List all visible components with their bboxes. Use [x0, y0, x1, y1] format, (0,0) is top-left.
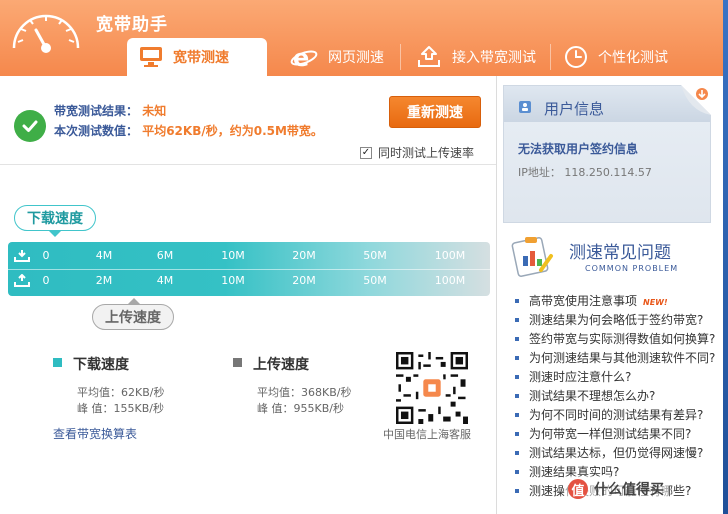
success-check-icon: [14, 110, 46, 142]
tab-webpage-speed[interactable]: e 网页测速: [278, 38, 396, 76]
info-sidebar: 用户信息 无法获取用户签约信息 IP地址： 118.250.114.57 测速常…: [497, 76, 723, 514]
upload-average: 平均值：368KB/秒: [257, 386, 352, 399]
download-average: 平均值：62KB/秒: [77, 386, 165, 399]
faq-link[interactable]: 为何测速结果与其他测速软件不同?: [511, 349, 721, 368]
speed-test-panel: 带宽测试结果： 未知 本次测试数值： 平均62KB/秒，约为0.5M带宽。 重新…: [0, 76, 496, 514]
scale-tick: 10M: [221, 274, 245, 287]
upload-speed-bubble: 上传速度: [92, 304, 174, 330]
tab-label: 宽带测速: [173, 50, 229, 66]
qr-caption: 中国电信上海客服: [383, 428, 471, 441]
upload-test-label: 同时测试上传速率: [378, 146, 475, 160]
upload-icon: [14, 274, 30, 287]
tab-label: 网页测速: [328, 50, 384, 66]
tab-label: 个性化测试: [598, 50, 668, 66]
watermark-text: 什么值得买: [594, 482, 664, 498]
monitor-icon: [140, 47, 162, 67]
speed-scale-bar: 0 4M 6M 10M 20M 50M 100M 0 2M 4M 10M 20M…: [8, 242, 490, 296]
scale-tick: 4M: [95, 249, 113, 262]
faq-subtitle: COMMON PROBLEM: [585, 264, 679, 273]
faq-link[interactable]: 测速结果为何会略低于签约带宽?: [511, 311, 721, 330]
user-info-icon: [519, 101, 531, 113]
watermark-logo-icon: 值: [568, 479, 588, 499]
scale-tick: 100M: [434, 249, 466, 262]
clock-icon: [565, 46, 587, 68]
download-icon: [14, 250, 30, 262]
download-legend-swatch: [53, 358, 62, 367]
download-scale-row: 0 4M 6M 10M 20M 50M 100M: [8, 245, 490, 269]
scale-tick: 50M: [363, 249, 387, 262]
browser-e-icon: e: [290, 44, 318, 70]
measured-value: 平均62KB/秒，约为0.5M带宽。: [142, 124, 323, 138]
clipboard-chart-icon: [511, 237, 553, 277]
result-line-2: 本次测试数值： 平均62KB/秒，约为0.5M带宽。: [54, 122, 323, 139]
upload-peak: 峰 值：955KB/秒: [257, 402, 344, 415]
faq-link[interactable]: 测试结果达标，但仍觉得网速慢?: [511, 444, 721, 463]
faq-link[interactable]: 测速时应注意什么?: [511, 368, 721, 387]
user-info-header: [504, 86, 710, 122]
upload-test-option[interactable]: ✓ 同时测试上传速率: [360, 144, 474, 161]
scale-tick: 6M: [156, 249, 174, 262]
result-label: 带宽测试结果：: [54, 104, 139, 118]
speedometer-logo-icon: [12, 14, 80, 53]
result-value: 未知: [142, 104, 167, 118]
faq-link[interactable]: 测试结果不理想怎么办?: [511, 387, 721, 406]
tab-personalized-test[interactable]: 个性化测试: [552, 38, 680, 76]
user-info-card: 用户信息 无法获取用户签约信息 IP地址： 118.250.114.57: [503, 85, 711, 223]
tab-divider: [550, 44, 551, 70]
faq-link[interactable]: 高带宽使用注意事项 NEW!: [511, 292, 721, 311]
download-peak: 峰 值：155KB/秒: [77, 402, 164, 415]
desktop-edge: [723, 0, 728, 514]
upload-stats-title: 上传速度: [253, 357, 309, 373]
tab-divider: [400, 44, 401, 70]
faq-link[interactable]: 签约带宽与实际测得数值如何换算?: [511, 330, 721, 349]
upload-tray-icon: [418, 46, 440, 67]
retest-button[interactable]: 重新测速: [389, 96, 481, 128]
scale-tick: 4M: [156, 274, 174, 287]
faq-title: 测速常见问题: [569, 243, 671, 263]
qr-code[interactable]: [396, 352, 468, 424]
header-bar: 宽带助手 宽带测速 e 网页测速 接入带宽测试 个性化测试: [0, 0, 723, 76]
bandwidth-conversion-link[interactable]: 查看带宽换算表: [53, 425, 137, 442]
tab-label: 接入带宽测试: [452, 50, 536, 66]
scale-tick: 0: [42, 249, 50, 262]
upload-scale-row: 0 2M 4M 10M 20M 50M 100M: [8, 269, 490, 293]
scale-tick: 2M: [95, 274, 113, 287]
user-info-title: 用户信息: [544, 100, 605, 118]
faq-list: 高带宽使用注意事项 NEW! 测速结果为何会略低于签约带宽? 签约带宽与实际测得数…: [511, 292, 721, 501]
app-window: 宽带助手 宽带测速 e 网页测速 接入带宽测试 个性化测试 带宽测试结果： 未知…: [0, 0, 723, 514]
download-stats-title: 下载速度: [73, 357, 129, 373]
result-line-1: 带宽测试结果： 未知: [54, 102, 166, 119]
faq-header: 测速常见问题 COMMON PROBLEM: [511, 234, 711, 282]
bubble-pointer: [49, 231, 61, 237]
scale-tick: 0: [42, 274, 50, 287]
ip-address: IP地址： 118.250.114.57: [518, 166, 652, 179]
faq-link[interactable]: 为何不同时间的测试结果有差异?: [511, 406, 721, 425]
download-speed-bubble: 下载速度: [14, 205, 96, 231]
faq-link[interactable]: 为何带宽一样但测试结果不同?: [511, 425, 721, 444]
tab-access-bandwidth[interactable]: 接入带宽测试: [404, 38, 548, 76]
app-title: 宽带助手: [96, 15, 168, 35]
tab-broadband-speed[interactable]: 宽带测速: [127, 38, 267, 76]
divider: [0, 164, 496, 165]
scale-tick: 20M: [292, 249, 316, 262]
scale-tick: 10M: [221, 249, 245, 262]
new-badge: NEW!: [643, 298, 668, 307]
user-contract-status: 无法获取用户签约信息: [518, 142, 639, 156]
collapse-arrow-icon[interactable]: [681, 85, 711, 115]
scale-tick: 20M: [292, 274, 316, 287]
scale-tick: 100M: [434, 274, 466, 287]
measured-label: 本次测试数值：: [54, 124, 139, 138]
watermark: 值 什么值得买: [564, 476, 668, 502]
upload-legend-swatch: [233, 358, 242, 367]
scale-tick: 50M: [363, 274, 387, 287]
upload-test-checkbox[interactable]: ✓: [360, 146, 372, 159]
